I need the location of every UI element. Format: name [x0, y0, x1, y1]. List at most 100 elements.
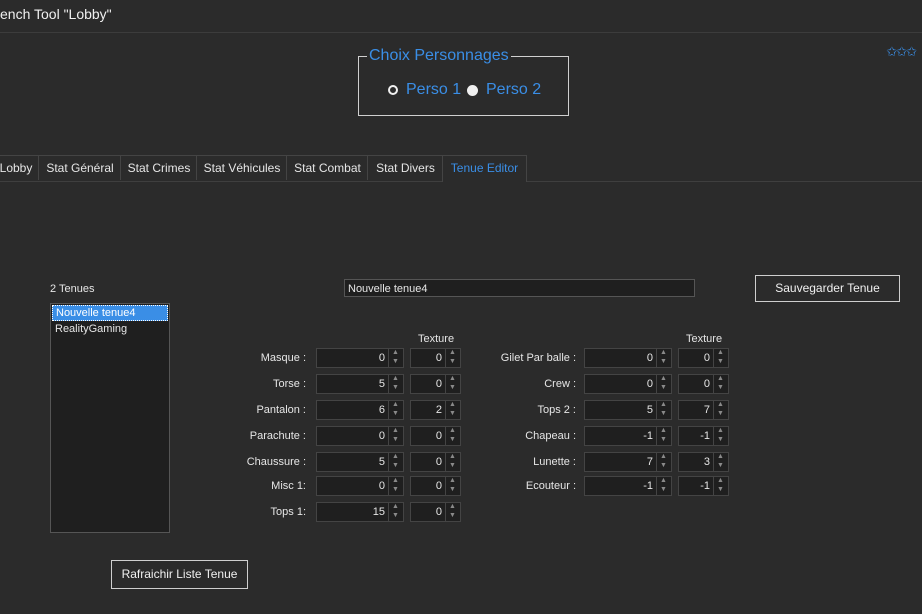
- value-stepper[interactable]: 0 ▲ ▼: [584, 348, 672, 368]
- tab-stat-general[interactable]: Stat Général: [38, 155, 122, 180]
- spin-arrows[interactable]: ▲ ▼: [656, 349, 671, 367]
- arrow-down-icon[interactable]: ▼: [392, 410, 399, 417]
- spin-arrows[interactable]: ▲ ▼: [445, 375, 460, 393]
- arrow-down-icon[interactable]: ▼: [392, 436, 399, 443]
- arrow-down-icon[interactable]: ▼: [449, 384, 456, 391]
- arrow-down-icon[interactable]: ▼: [660, 462, 667, 469]
- tenue-name-input[interactable]: Nouvelle tenue4: [344, 279, 695, 297]
- value-stepper[interactable]: 0 ▲ ▼: [316, 476, 404, 496]
- spin-arrows[interactable]: ▲ ▼: [656, 375, 671, 393]
- texture-stepper[interactable]: 0 ▲ ▼: [410, 502, 461, 522]
- tab-lobby[interactable]: Lobby: [0, 155, 40, 180]
- radio-perso-2[interactable]: Perso 2: [467, 81, 541, 99]
- arrow-down-icon[interactable]: ▼: [392, 486, 399, 493]
- spin-arrows[interactable]: ▲ ▼: [656, 427, 671, 445]
- arrow-down-icon[interactable]: ▼: [660, 486, 667, 493]
- arrow-up-icon[interactable]: ▲: [392, 349, 399, 356]
- spin-arrows[interactable]: ▲ ▼: [656, 477, 671, 495]
- arrow-up-icon[interactable]: ▲: [449, 477, 456, 484]
- arrow-up-icon[interactable]: ▲: [717, 349, 724, 356]
- arrow-up-icon[interactable]: ▲: [717, 477, 724, 484]
- spin-arrows[interactable]: ▲ ▼: [388, 477, 403, 495]
- arrow-up-icon[interactable]: ▲: [660, 375, 667, 382]
- spin-arrows[interactable]: ▲ ▼: [713, 427, 728, 445]
- list-item[interactable]: RealityGaming: [52, 322, 168, 336]
- value-stepper[interactable]: 7 ▲ ▼: [584, 452, 672, 472]
- arrow-up-icon[interactable]: ▲: [392, 503, 399, 510]
- arrow-down-icon[interactable]: ▼: [449, 358, 456, 365]
- value-stepper[interactable]: 6 ▲ ▼: [316, 400, 404, 420]
- arrow-down-icon[interactable]: ▼: [392, 358, 399, 365]
- spin-arrows[interactable]: ▲ ▼: [388, 375, 403, 393]
- arrow-up-icon[interactable]: ▲: [392, 427, 399, 434]
- texture-stepper[interactable]: 0 ▲ ▼: [410, 476, 461, 496]
- arrow-up-icon[interactable]: ▲: [449, 453, 456, 460]
- radio-perso-1[interactable]: Perso 1: [388, 81, 461, 99]
- texture-stepper[interactable]: 2 ▲ ▼: [410, 400, 461, 420]
- value-stepper[interactable]: 0 ▲ ▼: [316, 426, 404, 446]
- arrow-up-icon[interactable]: ▲: [660, 427, 667, 434]
- arrow-down-icon[interactable]: ▼: [717, 462, 724, 469]
- spin-arrows[interactable]: ▲ ▼: [713, 453, 728, 471]
- value-stepper[interactable]: 0 ▲ ▼: [316, 348, 404, 368]
- tab-stat-crimes[interactable]: Stat Crimes: [120, 155, 198, 180]
- arrow-down-icon[interactable]: ▼: [660, 436, 667, 443]
- arrow-down-icon[interactable]: ▼: [449, 436, 456, 443]
- arrow-up-icon[interactable]: ▲: [449, 503, 456, 510]
- arrow-up-icon[interactable]: ▲: [717, 427, 724, 434]
- value-stepper[interactable]: 5 ▲ ▼: [316, 452, 404, 472]
- arrow-down-icon[interactable]: ▼: [660, 410, 667, 417]
- arrow-down-icon[interactable]: ▼: [717, 436, 724, 443]
- value-stepper[interactable]: 5 ▲ ▼: [316, 374, 404, 394]
- texture-stepper[interactable]: 0 ▲ ▼: [410, 348, 461, 368]
- texture-stepper[interactable]: 0 ▲ ▼: [410, 426, 461, 446]
- texture-stepper[interactable]: 7 ▲ ▼: [678, 400, 729, 420]
- arrow-up-icon[interactable]: ▲: [717, 375, 724, 382]
- texture-stepper[interactable]: 0 ▲ ▼: [410, 374, 461, 394]
- spin-arrows[interactable]: ▲ ▼: [656, 401, 671, 419]
- spin-arrows[interactable]: ▲ ▼: [445, 477, 460, 495]
- arrow-up-icon[interactable]: ▲: [717, 401, 724, 408]
- arrow-down-icon[interactable]: ▼: [449, 410, 456, 417]
- texture-stepper[interactable]: 0 ▲ ▼: [410, 452, 461, 472]
- texture-stepper[interactable]: 0 ▲ ▼: [678, 348, 729, 368]
- spin-arrows[interactable]: ▲ ▼: [713, 401, 728, 419]
- arrow-up-icon[interactable]: ▲: [717, 453, 724, 460]
- value-stepper[interactable]: 15 ▲ ▼: [316, 502, 404, 522]
- arrow-up-icon[interactable]: ▲: [392, 453, 399, 460]
- tab-stat-vehicules[interactable]: Stat Véhicules: [196, 155, 288, 180]
- arrow-down-icon[interactable]: ▼: [392, 462, 399, 469]
- arrow-up-icon[interactable]: ▲: [660, 349, 667, 356]
- arrow-up-icon[interactable]: ▲: [660, 401, 667, 408]
- arrow-down-icon[interactable]: ▼: [717, 486, 724, 493]
- list-item[interactable]: Nouvelle tenue4: [52, 305, 168, 321]
- value-stepper[interactable]: 5 ▲ ▼: [584, 400, 672, 420]
- tab-tenue-editor[interactable]: Tenue Editor: [442, 155, 527, 182]
- spin-arrows[interactable]: ▲ ▼: [445, 349, 460, 367]
- tab-stat-combat[interactable]: Stat Combat: [286, 155, 369, 180]
- spin-arrows[interactable]: ▲ ▼: [713, 375, 728, 393]
- texture-stepper[interactable]: -1 ▲ ▼: [678, 426, 729, 446]
- arrow-down-icon[interactable]: ▼: [449, 512, 456, 519]
- arrow-down-icon[interactable]: ▼: [660, 384, 667, 391]
- arrow-down-icon[interactable]: ▼: [392, 384, 399, 391]
- spin-arrows[interactable]: ▲ ▼: [445, 503, 460, 521]
- spin-arrows[interactable]: ▲ ▼: [713, 349, 728, 367]
- arrow-up-icon[interactable]: ▲: [449, 427, 456, 434]
- value-stepper[interactable]: 0 ▲ ▼: [584, 374, 672, 394]
- tab-stat-divers[interactable]: Stat Divers: [367, 155, 444, 180]
- arrow-down-icon[interactable]: ▼: [449, 486, 456, 493]
- spin-arrows[interactable]: ▲ ▼: [388, 401, 403, 419]
- arrow-up-icon[interactable]: ▲: [449, 349, 456, 356]
- value-stepper[interactable]: -1 ▲ ▼: [584, 426, 672, 446]
- spin-arrows[interactable]: ▲ ▼: [656, 453, 671, 471]
- texture-stepper[interactable]: 0 ▲ ▼: [678, 374, 729, 394]
- tenues-list[interactable]: Nouvelle tenue4 RealityGaming: [50, 303, 170, 533]
- arrow-up-icon[interactable]: ▲: [449, 375, 456, 382]
- spin-arrows[interactable]: ▲ ▼: [388, 453, 403, 471]
- arrow-down-icon[interactable]: ▼: [717, 358, 724, 365]
- spin-arrows[interactable]: ▲ ▼: [445, 427, 460, 445]
- arrow-up-icon[interactable]: ▲: [392, 477, 399, 484]
- spin-arrows[interactable]: ▲ ▼: [445, 401, 460, 419]
- arrow-up-icon[interactable]: ▲: [392, 401, 399, 408]
